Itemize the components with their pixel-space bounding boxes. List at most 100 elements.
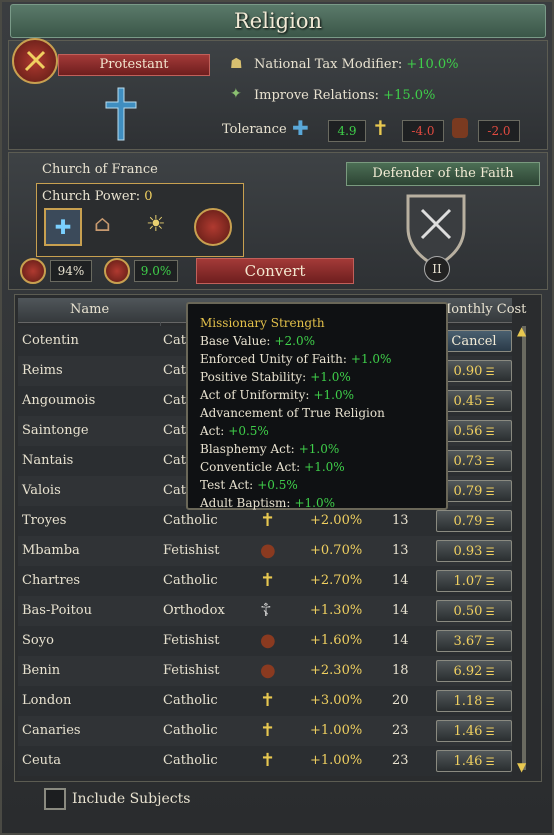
catholic-icon: ✝	[260, 570, 276, 591]
monthly-cost-value: 0.90	[453, 364, 483, 379]
province-chance: +0.70%	[310, 543, 363, 558]
aspect-gold-icon[interactable]: ☀	[146, 212, 166, 237]
scroll-up-arrow-icon[interactable]: ▲	[517, 324, 526, 338]
tooltip-line: Advancement of True Religion Act: +0.5%	[200, 404, 434, 440]
convert-button[interactable]: Convert	[196, 258, 354, 284]
aspect-ruler-icon[interactable]	[194, 208, 232, 246]
province-religion: Orthodox	[163, 603, 225, 618]
province-religion: Cat	[163, 363, 186, 378]
monthly-cost-value: 0.79	[453, 514, 483, 529]
province-name: Nantais	[22, 453, 74, 468]
religion-name-banner: Protestant	[58, 54, 210, 76]
table-row[interactable]: London Catholic ✝ +3.00% 20 1.18 ☰	[18, 686, 512, 716]
tooltip-line-value: +2.0%	[274, 334, 316, 348]
send-missionary-button[interactable]: 3.67 ☰	[436, 630, 512, 652]
religion-menu-icon[interactable]	[12, 38, 58, 84]
tooltip-line: Conventicle Act: +1.0%	[200, 458, 434, 476]
tooltip-line-label: Adult Baptism:	[200, 496, 291, 510]
tooltip-line-label: Enforced Unity of Faith:	[200, 352, 347, 366]
tooltip-line: Base Value: +2.0%	[200, 332, 434, 350]
tooltip-line: Act of Uniformity: +1.0%	[200, 386, 434, 404]
monthly-cost-value: 0.79	[453, 484, 483, 499]
send-missionary-button[interactable]: 1.46 ☰	[436, 720, 512, 742]
monthly-cost-value: 0.45	[453, 394, 483, 409]
tooltip-line: Blasphemy Act: +1.0%	[200, 440, 434, 458]
fetishist-icon: ●	[260, 660, 276, 681]
gold-coin-icon: ☰	[482, 427, 495, 438]
province-time: 23	[392, 723, 409, 738]
table-row[interactable]: Canaries Catholic ✝ +1.00% 23 1.46 ☰	[18, 716, 512, 746]
include-subjects-checkbox[interactable]	[44, 788, 66, 810]
province-religion: Cat	[163, 453, 186, 468]
tolerance-heretic-value: -4.0	[402, 120, 444, 142]
send-missionary-button[interactable]: 6.92 ☰	[436, 660, 512, 682]
send-missionary-button[interactable]: 0.50 ☰	[436, 600, 512, 622]
monthly-cost-value: 6.92	[453, 664, 483, 679]
province-religion: Cat	[163, 393, 186, 408]
monthly-cost-value: 0.73	[453, 454, 483, 469]
province-name: Bas-Poitou	[22, 603, 92, 618]
table-row[interactable]: Soyo Fetishist ● +1.60% 14 3.67 ☰	[18, 626, 512, 656]
header-monthly-cost[interactable]: Monthly Cost	[438, 302, 526, 317]
province-religion: Fetishist	[163, 633, 220, 648]
province-religion: Catholic	[163, 723, 218, 738]
gold-coin-icon: ☰	[482, 577, 495, 588]
gold-coin-icon: ☰	[482, 367, 495, 378]
tooltip-line: Positive Stability: +1.0%	[200, 368, 434, 386]
header-name[interactable]: Name	[70, 302, 109, 317]
improve-relations-value: +15.0%	[383, 88, 436, 103]
gold-coin-icon: ☰	[482, 547, 495, 558]
province-chance: +1.00%	[310, 753, 363, 768]
gold-coin-icon: ☰	[482, 637, 495, 648]
scroll-down-arrow-icon[interactable]: ▼	[517, 760, 526, 774]
tooltip-line-value: +1.0%	[310, 370, 351, 384]
send-missionary-button[interactable]: 0.79 ☰	[436, 510, 512, 532]
defender-of-faith-banner: Defender of the Faith	[346, 162, 540, 186]
province-time: 20	[392, 693, 409, 708]
send-missionary-button[interactable]: 1.18 ☰	[436, 690, 512, 712]
tooltip-line-value: +0.5%	[228, 424, 269, 438]
tooltip-line-label: Base Value:	[200, 334, 271, 348]
send-missionary-button[interactable]: 1.07 ☰	[436, 570, 512, 592]
province-chance: +1.30%	[310, 603, 363, 618]
table-row[interactable]: Benin Fetishist ● +2.30% 18 6.92 ☰	[18, 656, 512, 686]
table-row[interactable]: Ceuta Catholic ✝ +1.00% 23 1.46 ☰	[18, 746, 512, 776]
province-name: Benin	[22, 663, 61, 678]
send-missionary-button[interactable]: 0.93 ☰	[436, 540, 512, 562]
tooltip-line-label: Test Act:	[200, 478, 254, 492]
aspect-clergy-button[interactable]: ✚	[44, 208, 82, 246]
tolerance-heathen-value: -2.0	[478, 120, 520, 142]
tooltip-line-value: +0.5%	[257, 478, 298, 492]
tooltip-line: Enforced Unity of Faith: +1.0%	[200, 350, 434, 368]
table-row[interactable]: Bas-Poitou Orthodox ☦ +1.30% 14 0.50 ☰	[18, 596, 512, 626]
improve-relations-label: Improve Relations:	[254, 88, 380, 103]
province-name: Chartres	[22, 573, 81, 588]
church-power-value: 0	[144, 189, 153, 204]
province-name: Reims	[22, 363, 63, 378]
defender-rank-badge: II	[424, 256, 450, 282]
province-time: 18	[392, 663, 409, 678]
province-chance: +1.00%	[310, 723, 363, 738]
tax-icon: ☗	[230, 56, 243, 72]
tooltip-line-value: +1.0%	[313, 388, 354, 402]
catholic-icon: ✝	[260, 750, 276, 771]
monthly-cost-value: 1.07	[453, 574, 483, 589]
church-power-label: Church Power:	[42, 189, 141, 204]
window-title: Religion	[10, 4, 546, 38]
gold-coin-icon: ☰	[482, 727, 495, 738]
protestant-cross-icon	[104, 86, 138, 142]
province-name: Troyes	[22, 513, 67, 528]
catholic-icon: ✝	[260, 690, 276, 711]
province-time: 13	[392, 543, 409, 558]
province-religion: Catholic	[163, 573, 218, 588]
aspect-people-icon[interactable]: ⌂	[94, 212, 111, 237]
province-name: London	[22, 693, 72, 708]
tolerance-heretic-icon: ✝	[372, 116, 389, 140]
table-row[interactable]: Chartres Catholic ✝ +2.70% 14 1.07 ☰	[18, 566, 512, 596]
missionary-strength-icon	[104, 258, 130, 284]
scrollbar-track[interactable]	[522, 326, 526, 770]
tooltip-line-label: Blasphemy Act:	[200, 442, 295, 456]
province-name: Saintonge	[22, 423, 89, 438]
table-row[interactable]: Mbamba Fetishist ● +0.70% 13 0.93 ☰	[18, 536, 512, 566]
send-missionary-button[interactable]: 1.46 ☰	[436, 750, 512, 772]
